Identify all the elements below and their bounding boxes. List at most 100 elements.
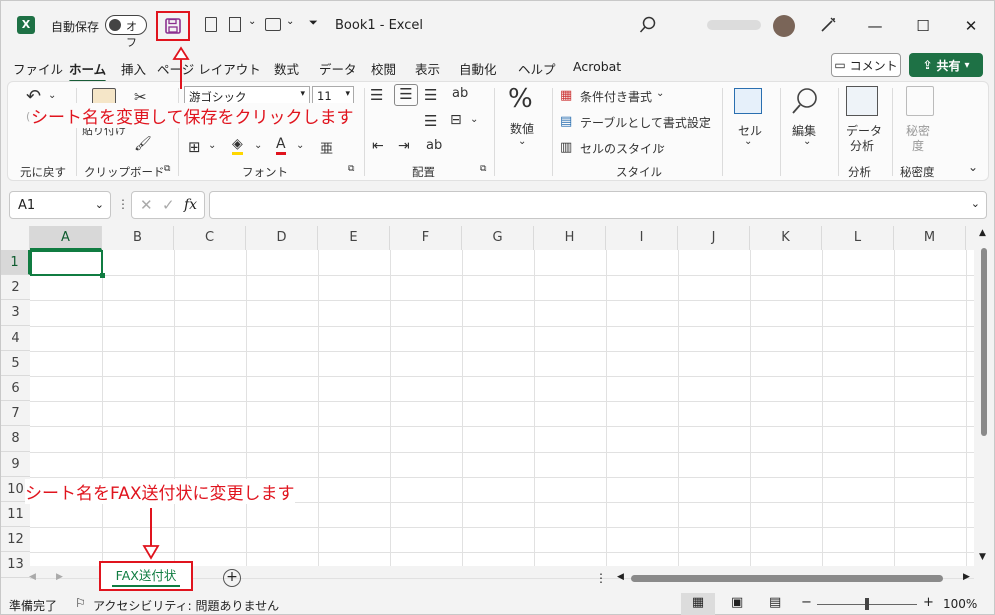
chevron-down-icon[interactable]: ⌄: [208, 140, 216, 151]
table-format-button[interactable]: テーブルとして書式設定: [580, 114, 711, 131]
chevron-down-icon[interactable]: ⌄: [286, 16, 294, 27]
chevron-down-icon[interactable]: ⌄: [248, 16, 256, 27]
data-analysis-label-line2[interactable]: 分析: [850, 137, 874, 154]
page-break-view-icon[interactable]: ▤: [769, 595, 781, 610]
row-header-6[interactable]: 6: [1, 376, 30, 402]
select-all-corner[interactable]: [1, 226, 30, 250]
tab-automate[interactable]: 自動化: [459, 59, 497, 78]
add-sheet-icon[interactable]: +: [223, 569, 241, 587]
dialog-launcher-icon[interactable]: ⧉: [348, 164, 354, 174]
tab-formulas[interactable]: 数式: [274, 59, 299, 78]
fill-color-icon[interactable]: ◈: [232, 136, 243, 155]
zoom-out-icon[interactable]: −: [801, 595, 812, 610]
conditional-format-icon[interactable]: ▦: [560, 88, 572, 103]
chevron-down-icon[interactable]: ⌄: [803, 136, 811, 147]
column-header-j[interactable]: J: [678, 226, 750, 250]
row-header-3[interactable]: 3: [1, 300, 30, 326]
zoom-in-icon[interactable]: +: [923, 595, 934, 610]
zoom-slider-thumb[interactable]: [865, 598, 869, 610]
chevron-down-icon[interactable]: ⌄: [658, 140, 666, 151]
tab-review[interactable]: 校閲: [371, 59, 396, 78]
camera-icon[interactable]: [265, 18, 281, 31]
name-box[interactable]: A1 ⌄: [9, 191, 111, 219]
customize-toolbar-icon[interactable]: ⏷: [309, 16, 318, 30]
column-header-l[interactable]: L: [822, 226, 894, 250]
cells-icon[interactable]: [734, 88, 762, 114]
formula-input[interactable]: ⌄: [209, 191, 987, 219]
borders-icon[interactable]: ⊞: [188, 138, 201, 156]
designer-icon[interactable]: [819, 16, 837, 34]
print-preview-icon[interactable]: [229, 17, 241, 32]
chevron-down-icon[interactable]: ⌄: [971, 197, 980, 210]
chevron-down-icon[interactable]: ⌄: [48, 90, 56, 101]
tab-acrobat[interactable]: Acrobat: [573, 59, 621, 74]
search-icon[interactable]: [639, 16, 657, 34]
avatar[interactable]: [773, 15, 795, 37]
next-sheet-icon[interactable]: ▶: [56, 572, 63, 582]
tab-home[interactable]: ホーム: [69, 59, 107, 83]
close-button[interactable]: ✕: [948, 1, 994, 51]
column-header-k[interactable]: K: [750, 226, 822, 250]
row-header-7[interactable]: 7: [1, 401, 30, 427]
cell-styles-icon[interactable]: ▥: [560, 140, 572, 155]
normal-view-button[interactable]: ▦: [681, 593, 715, 615]
table-format-icon[interactable]: ▤: [560, 114, 572, 129]
column-header-h[interactable]: H: [534, 226, 606, 250]
more-options-icon[interactable]: ⋮: [595, 571, 607, 585]
save-button[interactable]: [156, 11, 190, 41]
align-bottom-icon[interactable]: ☰: [424, 86, 437, 104]
column-header-f[interactable]: F: [390, 226, 462, 250]
page-layout-view-icon[interactable]: ▣: [731, 595, 743, 610]
chevron-down-icon[interactable]: ⌄: [470, 114, 478, 125]
sensitivity-icon[interactable]: [906, 86, 934, 116]
minimize-button[interactable]: —: [852, 1, 898, 51]
align-right-icon[interactable]: ☰: [424, 112, 437, 130]
sensitivity-label-line2[interactable]: 度: [912, 137, 924, 154]
comment-button[interactable]: ▭ コメント: [831, 53, 901, 77]
prev-sheet-icon[interactable]: ◀: [29, 572, 36, 582]
cancel-icon[interactable]: ✕: [140, 196, 153, 214]
conditional-format-button[interactable]: 条件付き書式: [580, 88, 652, 105]
cell-styles-button[interactable]: セルのスタイル: [580, 140, 664, 157]
accessibility-icon[interactable]: ⚐: [75, 596, 86, 610]
chevron-down-icon[interactable]: ⌄: [656, 88, 664, 99]
chevron-down-icon[interactable]: ⌄: [744, 136, 752, 147]
data-analysis-icon[interactable]: [846, 86, 878, 116]
row-header-4[interactable]: 4: [1, 325, 30, 351]
wrap-text-icon[interactable]: ab: [452, 86, 468, 101]
decrease-indent-icon[interactable]: ⇤: [372, 138, 384, 154]
column-header-c[interactable]: C: [174, 226, 246, 250]
column-header-m[interactable]: M: [894, 226, 966, 250]
enter-icon[interactable]: ✓: [162, 196, 175, 214]
row-header-2[interactable]: 2: [1, 275, 30, 301]
share-button[interactable]: ⇪ 共有 ▾: [909, 53, 983, 77]
increase-indent-icon[interactable]: ⇥: [398, 138, 410, 154]
chevron-down-icon[interactable]: ⌄: [518, 136, 526, 147]
column-header-d[interactable]: D: [246, 226, 318, 250]
percent-icon[interactable]: %: [508, 84, 533, 114]
fill-handle[interactable]: [100, 273, 105, 278]
document-icon[interactable]: [205, 17, 217, 32]
vertical-scrollbar[interactable]: ▲ ▼: [976, 226, 992, 566]
cells-area[interactable]: [30, 250, 974, 566]
search-icon[interactable]: [790, 86, 820, 116]
row-header-8[interactable]: 8: [1, 426, 30, 452]
phonetic-icon[interactable]: 亜: [320, 138, 333, 157]
tab-data[interactable]: データ: [319, 59, 357, 78]
chevron-down-icon[interactable]: ⌄: [703, 114, 711, 125]
maximize-button[interactable]: ☐: [900, 1, 946, 51]
more-options-icon[interactable]: ⋮: [117, 197, 129, 211]
column-header-g[interactable]: G: [462, 226, 534, 250]
font-color-icon[interactable]: A: [276, 136, 286, 155]
number-label[interactable]: 数値: [510, 120, 534, 137]
tab-view[interactable]: 表示: [415, 59, 440, 78]
chevron-down-icon[interactable]: ⌄: [254, 140, 262, 151]
horizontal-scrollbar[interactable]: ◀ ▶: [613, 570, 975, 586]
tab-help[interactable]: ヘルプ: [518, 59, 556, 78]
chevron-down-icon[interactable]: ⌄: [296, 140, 304, 151]
redo-icon[interactable]: (: [26, 110, 30, 123]
accessibility-status[interactable]: アクセシビリティ: 問題ありません: [93, 597, 279, 614]
collapse-ribbon-icon[interactable]: ⌄: [968, 160, 978, 174]
dialog-launcher-icon[interactable]: ⧉: [164, 164, 170, 174]
insert-function-icon[interactable]: fx: [184, 197, 197, 213]
